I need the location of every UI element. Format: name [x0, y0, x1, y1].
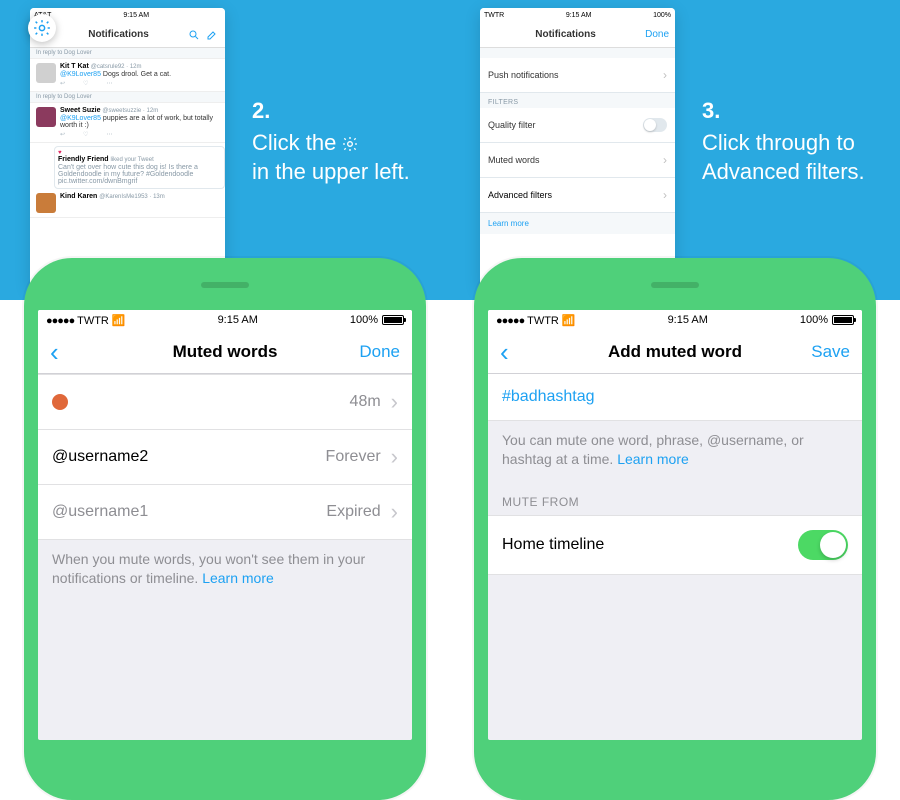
push-notifications-row[interactable]: Push notifications: [480, 58, 675, 93]
learn-more-link[interactable]: Learn more: [202, 570, 274, 586]
instruction-step3: 3. Click through to Advanced filters.: [702, 96, 900, 187]
gear-callout: [28, 14, 56, 42]
muted-word-row[interactable]: 48m: [38, 374, 412, 430]
learn-more-link[interactable]: Learn more: [617, 451, 689, 467]
status-battery: 100%: [350, 314, 378, 326]
done-button[interactable]: Done: [645, 29, 669, 40]
step3-panel: TWTR 9:15 AM 100% Notifications Done Pus…: [450, 0, 900, 300]
emoji-icon: [52, 394, 68, 410]
gear-icon: [342, 130, 358, 146]
avatar: [36, 107, 56, 127]
phone-muted-words: ●●●●● TWTR 📶 9:15 AM 100% ‹ Muted words …: [24, 258, 426, 800]
chevron-right-icon: [387, 499, 398, 525]
section-header: MUTE FROM: [488, 479, 862, 515]
muted-word-row[interactable]: @username1 Expired: [38, 485, 412, 540]
tweet[interactable]: Sweet Suzie @sweetsuzzie · 12m @K9Lover8…: [30, 103, 225, 143]
nav-title: Notifications: [88, 29, 149, 40]
section-header: FILTERS: [480, 93, 675, 108]
battery-icon: [832, 315, 854, 325]
chevron-right-icon: [663, 68, 667, 82]
footnote: When you mute words, you won't see them …: [38, 540, 412, 598]
hint-text: You can mute one word, phrase, @username…: [488, 421, 862, 479]
muted-word-input[interactable]: #badhashtag: [488, 374, 862, 421]
quality-filter-row[interactable]: Quality filter: [480, 108, 675, 143]
advanced-filters-row[interactable]: Advanced filters: [480, 178, 675, 213]
home-timeline-row[interactable]: Home timeline: [488, 515, 862, 575]
nav-title: Muted words: [173, 342, 278, 362]
status-time: 9:15 AM: [123, 12, 149, 19]
battery-icon: [382, 315, 404, 325]
status-time: 9:15 AM: [668, 314, 708, 326]
nav-title: Add muted word: [608, 342, 742, 362]
toggle-on[interactable]: [798, 530, 848, 560]
status-carrier: TWTR: [484, 12, 504, 19]
chevron-right-icon: [387, 389, 398, 415]
chevron-right-icon: [663, 153, 667, 167]
chevron-right-icon: [387, 444, 398, 470]
wifi-icon: 📶: [112, 315, 126, 327]
reply-context: In reply to Dog Lover: [30, 92, 225, 103]
muted-words-row[interactable]: Muted words: [480, 143, 675, 178]
settings-screenshot: TWTR 9:15 AM 100% Notifications Done Pus…: [480, 8, 675, 288]
learn-more-link[interactable]: Learn more: [480, 213, 675, 234]
phone-add-muted-word: ●●●●● TWTR 📶 9:15 AM 100% ‹ Add muted wo…: [474, 258, 876, 800]
back-button[interactable]: ‹: [500, 339, 509, 365]
toggle-off[interactable]: [643, 118, 667, 132]
tweet[interactable]: Kind Karen @KarenIsMe1953 · 13m: [30, 189, 225, 218]
step2-panel: AT&T 9:15 AM Notifications In reply to D…: [0, 0, 450, 300]
compose-icon[interactable]: [205, 28, 219, 42]
wifi-icon: 📶: [562, 315, 576, 327]
status-battery: 100%: [653, 12, 671, 19]
search-icon[interactable]: [187, 28, 201, 42]
instruction-step2: 2. Click the in the upper left.: [252, 96, 410, 187]
status-time: 9:15 AM: [218, 314, 258, 326]
done-button[interactable]: Done: [359, 342, 400, 362]
avatar: [36, 63, 56, 83]
nav-title: Notifications: [535, 29, 596, 40]
save-button[interactable]: Save: [811, 342, 850, 362]
status-battery: 100%: [800, 314, 828, 326]
avatar: [36, 193, 56, 213]
chevron-right-icon: [663, 188, 667, 202]
back-button[interactable]: ‹: [50, 339, 59, 365]
like-activity[interactable]: ♥ Friendly Friend liked your Tweet Can't…: [54, 146, 225, 189]
reply-context: In reply to Dog Lover: [30, 48, 225, 59]
muted-word-row[interactable]: @username2 Forever: [38, 430, 412, 485]
tweet[interactable]: Kit T Kat @catsrule92 · 12m @K9Lover85 D…: [30, 59, 225, 92]
status-time: 9:15 AM: [566, 12, 592, 19]
notifications-screenshot: AT&T 9:15 AM Notifications In reply to D…: [30, 8, 225, 288]
